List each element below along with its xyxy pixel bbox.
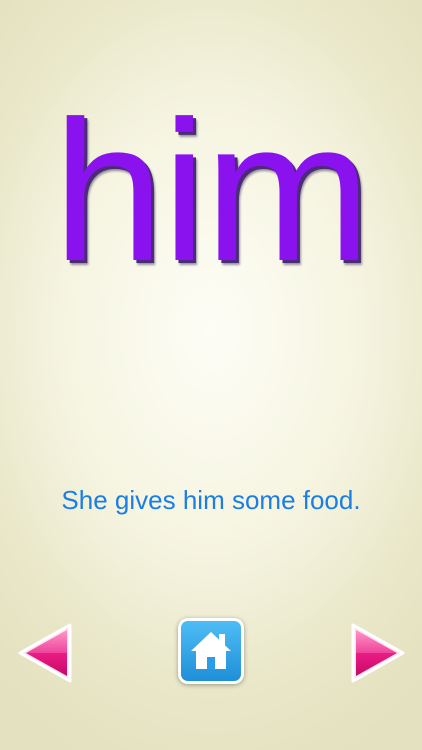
example-sentence: She gives him some food. <box>61 485 361 515</box>
right-arrow-icon <box>351 623 405 683</box>
left-arrow-icon <box>18 623 72 683</box>
sight-word: him <box>52 80 371 303</box>
previous-button[interactable] <box>17 622 73 684</box>
next-button[interactable] <box>350 622 406 684</box>
house-icon <box>191 632 231 669</box>
home-button[interactable] <box>181 621 241 681</box>
sight-word-card: him She gives him some food. <box>0 0 422 750</box>
